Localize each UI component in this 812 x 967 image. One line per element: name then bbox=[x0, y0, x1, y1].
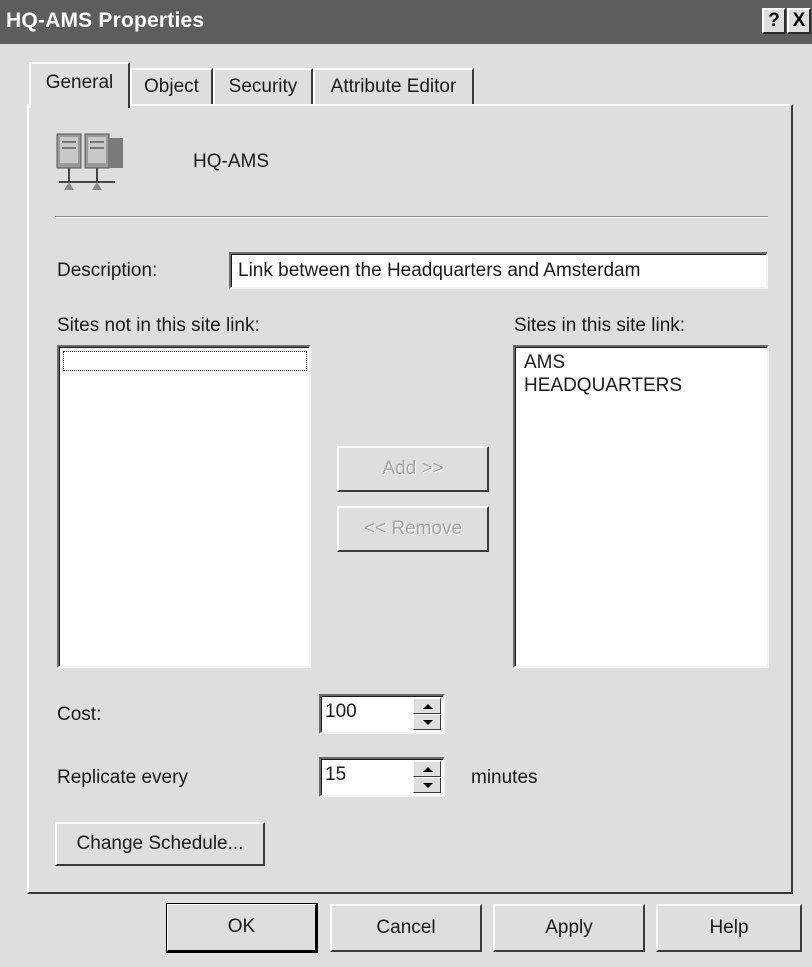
apply-button[interactable]: Apply bbox=[493, 904, 645, 952]
arrow-up-icon bbox=[423, 767, 433, 772]
remove-button[interactable]: << Remove bbox=[337, 506, 489, 552]
ok-button[interactable]: OK bbox=[166, 903, 318, 953]
spin-down-button[interactable] bbox=[413, 777, 441, 793]
list-item[interactable]: HEADQUARTERS bbox=[524, 374, 767, 397]
window-title: HQ-AMS Properties bbox=[6, 9, 205, 32]
description-field[interactable]: Link between the Headquarters and Amster… bbox=[229, 252, 768, 289]
help-button[interactable]: Help bbox=[656, 904, 802, 952]
replicate-spinner[interactable] bbox=[413, 761, 441, 793]
description-label: Description: bbox=[57, 260, 158, 281]
sites-not-in-list[interactable] bbox=[57, 345, 311, 668]
spin-down-button[interactable] bbox=[413, 714, 441, 730]
separator bbox=[55, 216, 768, 218]
sites-in-label: Sites in this site link: bbox=[514, 315, 686, 336]
sites-not-in-label: Sites not in this site link: bbox=[57, 315, 260, 336]
tab-general[interactable]: General bbox=[29, 62, 130, 108]
tab-attribute-editor[interactable]: Attribute Editor bbox=[313, 68, 474, 106]
spin-up-button[interactable] bbox=[413, 698, 441, 714]
add-button[interactable]: Add >> bbox=[337, 446, 489, 492]
cost-spinbox[interactable]: 100 bbox=[319, 694, 445, 734]
arrow-down-icon bbox=[423, 720, 433, 725]
list-item[interactable]: AMS bbox=[524, 351, 767, 374]
cost-label: Cost: bbox=[57, 704, 102, 725]
arrow-down-icon bbox=[423, 783, 433, 788]
arrow-up-icon bbox=[423, 704, 433, 709]
tab-object[interactable]: Object bbox=[130, 68, 213, 106]
focus-rectangle bbox=[63, 351, 307, 371]
replicate-value[interactable]: 15 bbox=[325, 764, 346, 785]
object-name: HQ-AMS bbox=[193, 151, 269, 172]
cost-value[interactable]: 100 bbox=[325, 701, 357, 722]
title-bar[interactable]: HQ-AMS Properties ? X bbox=[0, 0, 812, 44]
site-link-icon bbox=[56, 133, 123, 190]
cost-spinner[interactable] bbox=[413, 698, 441, 730]
change-schedule-button[interactable]: Change Schedule... bbox=[55, 822, 265, 866]
minutes-label: minutes bbox=[471, 767, 538, 788]
spin-up-button[interactable] bbox=[413, 761, 441, 777]
replicate-spinbox[interactable]: 15 bbox=[319, 757, 445, 797]
sites-in-list[interactable]: AMS HEADQUARTERS bbox=[513, 345, 769, 668]
replicate-label: Replicate every bbox=[57, 767, 188, 788]
close-title-button[interactable]: X bbox=[787, 8, 811, 34]
tab-security[interactable]: Security bbox=[213, 68, 313, 106]
cancel-button[interactable]: Cancel bbox=[330, 904, 482, 952]
help-title-button[interactable]: ? bbox=[762, 8, 786, 34]
